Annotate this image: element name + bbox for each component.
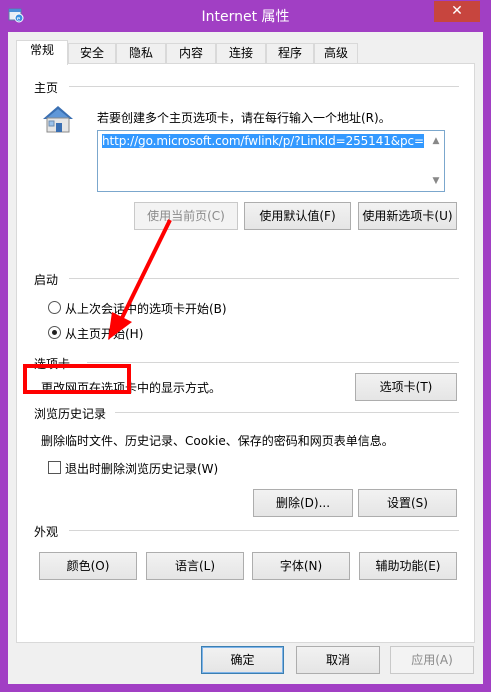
radio-homepage[interactable] [48, 326, 61, 339]
tab-connections[interactable]: 连接 [216, 43, 266, 64]
window-title: Internet 属性 [201, 9, 290, 25]
cancel-button[interactable]: 取消 [296, 646, 380, 674]
radio-selected-dot [52, 330, 57, 335]
use-new-tab-button[interactable]: 使用新选项卡(U) [358, 202, 457, 230]
general-panel: 主页 若要创建多个主页选项卡，请在每行输入一个地址(R)。 http://go.… [16, 63, 475, 643]
fonts-button[interactable]: 字体(N) [252, 552, 350, 580]
delete-on-exit-checkbox[interactable] [48, 461, 61, 474]
appearance-divider [69, 530, 459, 531]
tab-advanced[interactable]: 高级 [314, 43, 358, 64]
tab-content[interactable]: 内容 [166, 43, 216, 64]
history-divider [115, 412, 459, 413]
startup-divider [69, 278, 459, 279]
accessibility-button[interactable]: 辅助功能(E) [359, 552, 457, 580]
highlight-box [23, 364, 131, 394]
homepage-divider [69, 86, 459, 87]
homepage-section-title: 主页 [34, 79, 65, 96]
close-icon: ✕ [451, 3, 463, 19]
languages-button[interactable]: 语言(L) [146, 552, 244, 580]
homepage-description: 若要创建多个主页选项卡，请在每行输入一个地址(R)。 [97, 111, 391, 125]
history-description: 删除临时文件、历史记录、Cookie、保存的密码和网页表单信息。 [41, 434, 394, 448]
tab-privacy[interactable]: 隐私 [116, 43, 166, 64]
radio-homepage-label: 从主页开始(H) [65, 327, 144, 341]
scroll-down-icon[interactable]: ▼ [430, 175, 442, 187]
tabs-section-divider [87, 362, 459, 363]
startup-section-title: 启动 [34, 271, 65, 288]
tabs-button[interactable]: 选项卡(T) [355, 373, 457, 401]
close-button[interactable]: ✕ [434, 1, 480, 22]
delete-on-exit-label: 退出时删除浏览历史记录(W) [65, 462, 219, 476]
delete-history-button[interactable]: 删除(D)... [253, 489, 353, 517]
history-section-title: 浏览历史记录 [34, 405, 113, 422]
radio-last-session[interactable] [48, 301, 61, 314]
scroll-up-icon[interactable]: ▲ [430, 135, 442, 147]
appearance-section-title: 外观 [34, 523, 65, 540]
tab-programs[interactable]: 程序 [266, 43, 314, 64]
use-current-button[interactable]: 使用当前页(C) [134, 202, 238, 230]
history-settings-button[interactable]: 设置(S) [358, 489, 457, 517]
title-bar: e Internet 属性 ✕ [0, 0, 491, 32]
ok-button[interactable]: 确定 [201, 646, 284, 674]
tab-general[interactable]: 常规 [16, 40, 68, 65]
homepage-url-textarea[interactable]: http://go.microsoft.com/fwlink/p/?LinkId… [97, 130, 445, 192]
colors-button[interactable]: 颜色(O) [39, 552, 137, 580]
apply-button[interactable]: 应用(A) [390, 646, 474, 674]
radio-last-session-label: 从上次会话中的选项卡开始(B) [65, 302, 227, 316]
dialog-client-area: 常规 安全 隐私 内容 连接 程序 高级 主页 若要创建多个主页选项卡，请在每行… [8, 32, 483, 684]
use-default-button[interactable]: 使用默认值(F) [244, 202, 351, 230]
tab-security[interactable]: 安全 [68, 43, 116, 64]
house-icon [43, 106, 73, 133]
homepage-url-text: http://go.microsoft.com/fwlink/p/?LinkId… [102, 134, 425, 148]
internet-options-window: e Internet 属性 ✕ 常规 安全 隐私 内容 连接 程序 高级 主页 [0, 0, 491, 692]
